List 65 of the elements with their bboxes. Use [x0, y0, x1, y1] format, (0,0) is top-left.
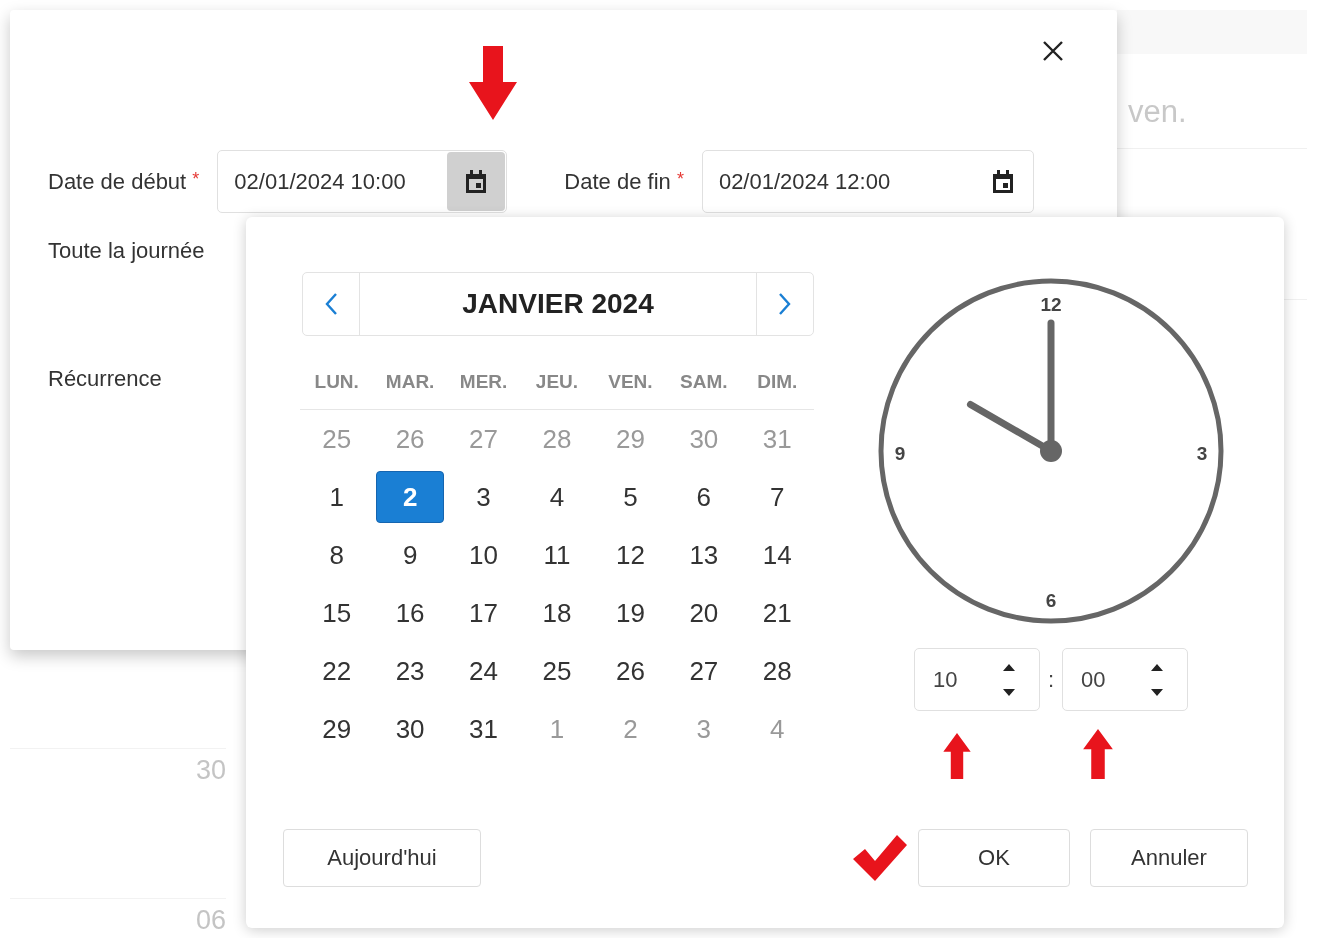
day-cell[interactable]: 18: [523, 587, 591, 639]
weekday-header: MER.: [446, 336, 521, 410]
day-cell[interactable]: 11: [523, 529, 591, 581]
day-cell[interactable]: 20: [669, 587, 738, 639]
time-spinner[interactable]: 10: [913, 648, 1040, 711]
cancel-button[interactable]: Annuler: [1090, 829, 1248, 887]
day-cell[interactable]: 25: [523, 645, 591, 697]
ok-button[interactable]: OK: [918, 829, 1070, 887]
selected-day[interactable]: 2: [376, 471, 445, 523]
today-button[interactable]: Aujourd'hui: [283, 829, 481, 887]
day-cell[interactable]: 9: [376, 529, 445, 581]
day-cell[interactable]: 13: [669, 529, 738, 581]
clock-number: 3: [1196, 443, 1208, 464]
chevron-right-icon: [778, 292, 792, 316]
checkmark-icon: [853, 835, 907, 881]
spinner-arrows-icon[interactable]: [1000, 662, 1017, 697]
option-label: Toute la journée: [48, 238, 205, 264]
day-cell[interactable]: 5: [596, 471, 665, 523]
time-separator: :: [1047, 666, 1055, 693]
day-cell[interactable]: 30: [376, 703, 445, 755]
day-cell[interactable]: 23: [376, 645, 445, 697]
day-cell[interactable]: 31: [449, 703, 518, 755]
day-cell[interactable]: 26: [596, 645, 665, 697]
clock-number: 6: [1045, 590, 1057, 611]
arrow-icon: [469, 46, 517, 120]
day-cell[interactable]: 15: [302, 587, 371, 639]
day-cell[interactable]: 17: [449, 587, 518, 639]
day-cell[interactable]: 12: [596, 529, 665, 581]
weekday-header: LUN.: [300, 336, 374, 410]
field-label: Date de début *: [48, 168, 200, 195]
chevron-left-icon: [324, 292, 338, 316]
weekday-header: JEU.: [520, 336, 594, 410]
day-cell[interactable]: 16: [376, 587, 445, 639]
spinner-arrows-icon[interactable]: [1149, 662, 1166, 697]
calendar-button[interactable]: [447, 152, 506, 211]
day-cell[interactable]: 14: [743, 529, 812, 581]
date-field[interactable]: 02/01/2024 12:00: [701, 150, 1034, 213]
day-cell[interactable]: 4: [523, 471, 591, 523]
field-label: Date de fin *: [564, 168, 684, 195]
date-field[interactable]: 02/01/2024 10:00: [217, 150, 508, 213]
day-cell[interactable]: 29: [302, 703, 371, 755]
day-cell[interactable]: 8: [302, 529, 371, 581]
month-title: JANVIER 2024: [461, 287, 655, 321]
day-cell[interactable]: 1: [302, 471, 371, 523]
day-cell[interactable]: 28: [743, 645, 812, 697]
day-cell[interactable]: 21: [743, 587, 812, 639]
day-cell[interactable]: 6: [669, 471, 738, 523]
day-cell[interactable]: 24: [449, 645, 518, 697]
option-label: Récurrence: [48, 366, 162, 392]
day-cell[interactable]: 3: [449, 471, 518, 523]
time-spinner[interactable]: 00: [1062, 648, 1189, 711]
close-icon[interactable]: [1042, 40, 1064, 62]
weekday-header: MAR.: [373, 336, 447, 410]
time-label: 06: [10, 898, 226, 936]
weekday-header: DIM.: [740, 336, 814, 410]
weekday-header: SAM.: [667, 336, 741, 410]
time-label: 30: [10, 748, 226, 786]
clock-number: 12: [1040, 294, 1062, 315]
weekday-header: VEN.: [593, 336, 668, 410]
day-cell[interactable]: 27: [669, 645, 738, 697]
day-cell[interactable]: 19: [596, 587, 665, 639]
day-cell[interactable]: 22: [302, 645, 371, 697]
day-cell[interactable]: 10: [449, 529, 518, 581]
day-cell[interactable]: 7: [743, 471, 812, 523]
clock-number: 9: [894, 443, 906, 464]
